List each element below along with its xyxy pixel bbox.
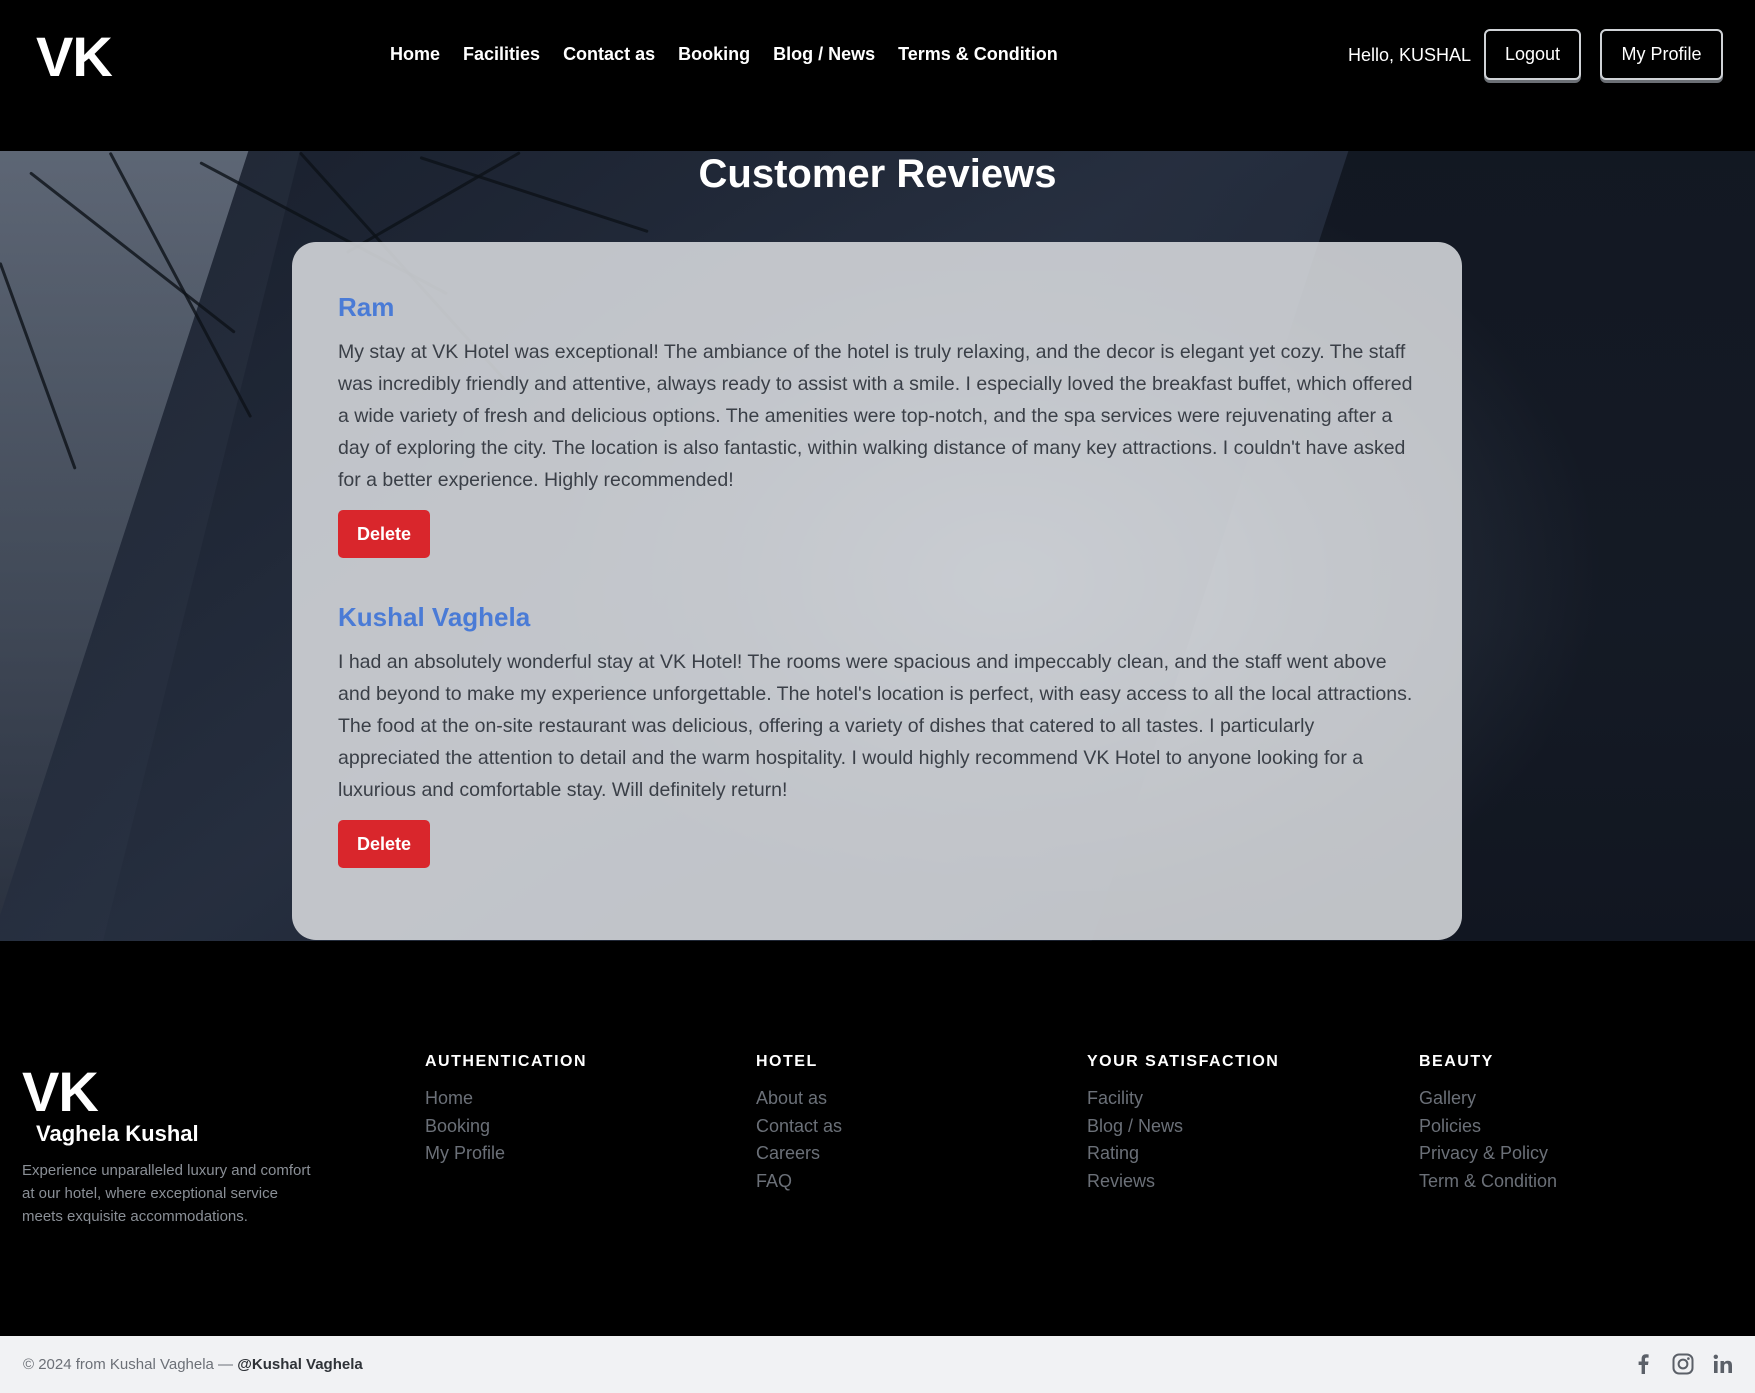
facebook-icon[interactable] bbox=[1631, 1352, 1655, 1376]
footer-link-contact[interactable]: Contact as bbox=[756, 1113, 842, 1141]
footer-link-reviews[interactable]: Reviews bbox=[1087, 1168, 1279, 1196]
social-links bbox=[1631, 1352, 1735, 1376]
footer-description: Experience unparalleled luxury and comfo… bbox=[22, 1162, 311, 1225]
nav-contact[interactable]: Contact as bbox=[563, 44, 655, 65]
site-header: VK Home Facilities Contact as Booking Bl… bbox=[0, 0, 1755, 151]
footer-link-gallery[interactable]: Gallery bbox=[1419, 1085, 1557, 1113]
my-profile-button[interactable]: My Profile bbox=[1600, 29, 1723, 80]
page-title: Customer Reviews bbox=[698, 152, 1057, 196]
copyright-text: © 2024 from Kushal Vaghela — @Kushal Vag… bbox=[23, 1356, 363, 1373]
footer-link-rating[interactable]: Rating bbox=[1087, 1140, 1279, 1168]
footer-link-careers[interactable]: Careers bbox=[756, 1140, 842, 1168]
footer-column-hotel: HOTEL About as Contact as Careers FAQ bbox=[756, 1053, 842, 1195]
delete-review-button[interactable]: Delete bbox=[338, 510, 430, 558]
user-greeting: Hello, KUSHAL bbox=[1348, 45, 1472, 65]
reviewer-name: Ram bbox=[338, 292, 395, 322]
review-item: Kushal Vaghela I had an absolutely wonde… bbox=[338, 600, 1416, 868]
site-footer: VK Vaghela Kushal Experience unparallele… bbox=[0, 941, 1755, 1336]
copyright-label: © 2024 from Kushal Vaghela — bbox=[23, 1356, 238, 1373]
footer-owner-name: Vaghela Kushal bbox=[36, 1121, 199, 1146]
footer-link-terms[interactable]: Term & Condition bbox=[1419, 1168, 1557, 1196]
footer-column-heading: AUTHENTICATION bbox=[425, 1053, 588, 1070]
reviewer-name: Kushal Vaghela bbox=[338, 602, 531, 632]
footer-column-heading: YOUR SATISFACTION bbox=[1087, 1053, 1280, 1070]
instagram-icon[interactable] bbox=[1671, 1352, 1695, 1376]
bottom-bar: © 2024 from Kushal Vaghela — @Kushal Vag… bbox=[0, 1336, 1755, 1393]
nav-blog-news[interactable]: Blog / News bbox=[773, 44, 875, 65]
footer-logo: VK bbox=[22, 1060, 99, 1123]
delete-review-button[interactable]: Delete bbox=[338, 820, 430, 868]
footer-link-faq[interactable]: FAQ bbox=[756, 1168, 842, 1196]
footer-column-beauty: BEAUTY Gallery Policies Privacy & Policy… bbox=[1419, 1053, 1557, 1195]
footer-column-satisfaction: YOUR SATISFACTION Facility Blog / News R… bbox=[1087, 1053, 1279, 1195]
review-text: My stay at VK Hotel was exceptional! The… bbox=[338, 341, 1413, 491]
footer-link-booking[interactable]: Booking bbox=[425, 1113, 587, 1141]
linkedin-icon[interactable] bbox=[1711, 1352, 1735, 1376]
footer-link-facility[interactable]: Facility bbox=[1087, 1085, 1279, 1113]
nav-booking[interactable]: Booking bbox=[678, 44, 750, 65]
footer-link-my-profile[interactable]: My Profile bbox=[425, 1140, 587, 1168]
footer-column-heading: BEAUTY bbox=[1419, 1053, 1494, 1070]
nav-terms[interactable]: Terms & Condition bbox=[898, 44, 1058, 65]
brand-logo[interactable]: VK bbox=[36, 24, 113, 89]
footer-link-policies[interactable]: Policies bbox=[1419, 1113, 1557, 1141]
logout-button[interactable]: Logout bbox=[1484, 29, 1581, 80]
nav-facilities[interactable]: Facilities bbox=[463, 44, 540, 65]
footer-link-privacy-policy[interactable]: Privacy & Policy bbox=[1419, 1140, 1557, 1168]
review-text: I had an absolutely wonderful stay at VK… bbox=[338, 651, 1413, 801]
review-item: Ram My stay at VK Hotel was exceptional!… bbox=[338, 290, 1416, 558]
footer-column-authentication: AUTHENTICATION Home Booking My Profile bbox=[425, 1053, 587, 1168]
main-nav: Home Facilities Contact as Booking Blog … bbox=[390, 44, 1058, 65]
footer-link-blog-news[interactable]: Blog / News bbox=[1087, 1113, 1279, 1141]
footer-link-about[interactable]: About as bbox=[756, 1085, 842, 1113]
nav-home[interactable]: Home bbox=[390, 44, 440, 65]
author-handle-link[interactable]: @Kushal Vaghela bbox=[237, 1356, 363, 1373]
footer-link-home[interactable]: Home bbox=[425, 1085, 587, 1113]
reviews-card: Ram My stay at VK Hotel was exceptional!… bbox=[292, 242, 1462, 940]
footer-column-heading: HOTEL bbox=[756, 1053, 818, 1070]
